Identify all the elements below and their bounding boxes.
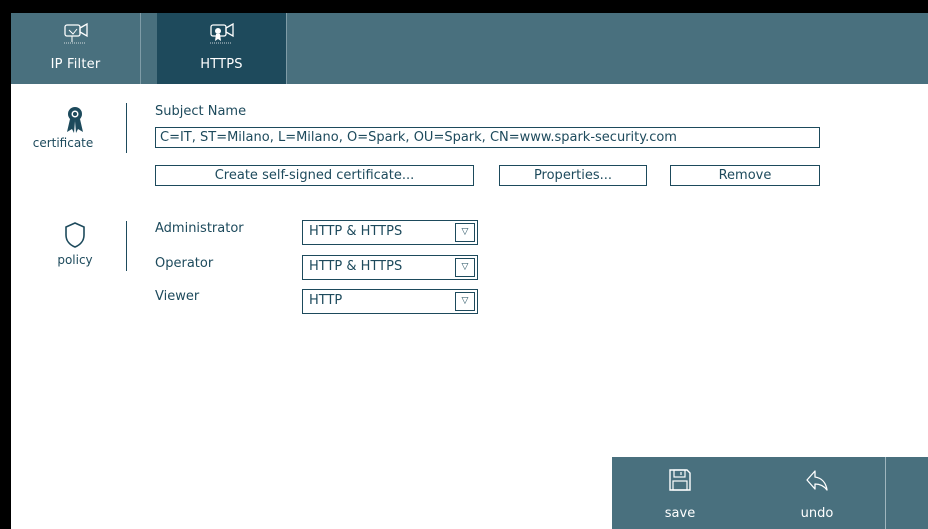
tab-bar: IP Filter HTTPS [11,13,928,84]
tab-ip-filter[interactable]: IP Filter [11,13,141,84]
certificate-divider [126,103,127,153]
chevron-down-icon[interactable]: ▽ [455,292,475,311]
subject-name-label: Subject Name [155,104,247,119]
certificate-section-label: certificate [32,136,94,150]
subject-name-field[interactable]: C=IT, ST=Milano, L=Milano, O=Spark, OU=S… [155,127,820,148]
action-bar: save undo [612,457,928,529]
save-label: save [664,506,696,521]
undo-button[interactable]: undo [749,457,885,529]
shield-icon [65,222,85,248]
remove-button[interactable]: Remove [670,165,820,186]
policy-divider [126,221,127,271]
https-settings-panel: IP Filter HTTPS certificate Subject Name… [11,13,928,529]
undo-label: undo [800,506,834,521]
properties-button[interactable]: Properties... [499,165,647,186]
tab-ip-filter-label: IP Filter [50,57,101,72]
chevron-down-icon[interactable]: ▽ [455,258,475,277]
floppy-disk-icon [669,469,691,491]
tab-https-label: HTTPS [200,57,243,72]
chevron-down-icon[interactable]: ▽ [455,223,475,242]
save-button[interactable]: save [612,457,748,529]
operator-select[interactable]: HTTP & HTTPS ▽ [302,255,478,280]
viewer-select[interactable]: HTTP ▽ [302,289,478,314]
ribbon-award-icon [67,107,83,133]
viewer-label: Viewer [155,289,200,304]
operator-label: Operator [155,256,214,271]
administrator-select[interactable]: HTTP & HTTPS ▽ [302,220,478,245]
administrator-label: Administrator [155,221,244,236]
action-divider [885,457,886,529]
policy-section-label: policy [57,253,93,267]
administrator-select-value: HTTP & HTTPS [309,224,403,239]
camera-certificate-icon [209,22,234,44]
operator-select-value: HTTP & HTTPS [309,259,403,274]
tab-https[interactable]: HTTPS [157,13,287,84]
viewer-select-value: HTTP [309,293,343,308]
undo-arrow-icon [806,470,828,491]
camera-filter-icon [63,22,88,44]
create-self-signed-certificate-button[interactable]: Create self-signed certificate... [155,165,474,186]
